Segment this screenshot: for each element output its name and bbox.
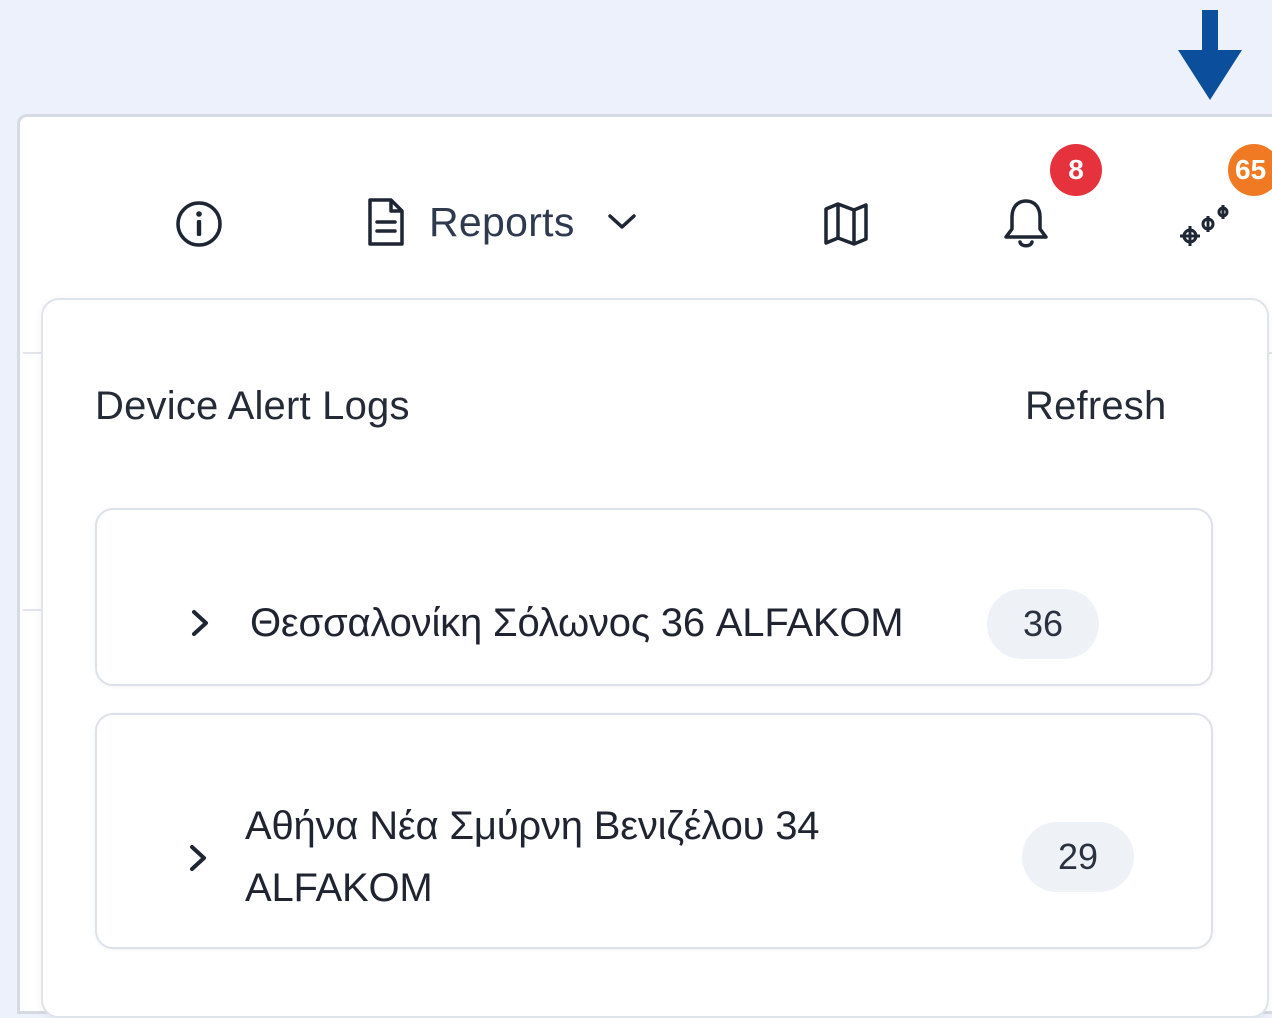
- alert-count-pill: 36: [987, 589, 1099, 659]
- map-button[interactable]: [815, 193, 877, 255]
- devices-button[interactable]: [1172, 190, 1236, 254]
- reports-menu[interactable]: Reports: [365, 190, 639, 254]
- devices-icon: [1180, 205, 1229, 246]
- chevron-right-icon: [192, 610, 208, 636]
- refresh-button[interactable]: Refresh: [1025, 384, 1166, 429]
- info-icon: [176, 201, 222, 247]
- chevron-right-icon: [190, 845, 206, 871]
- bell-icon: [1004, 199, 1048, 248]
- notifications-button[interactable]: [995, 192, 1057, 254]
- map-icon: [824, 202, 868, 246]
- reports-label: Reports: [429, 198, 575, 245]
- alert-count-pill: 29: [1022, 822, 1134, 892]
- devices-count-badge: 65: [1228, 144, 1272, 196]
- device-group-name: Αθήνα Νέα Σμύρνη Βενιζέλου 34 ALFAKOM: [245, 804, 820, 910]
- document-icon: [368, 198, 404, 246]
- chevron-down-icon: [607, 214, 636, 229]
- device-group-name: Θεσσαλονίκη Σόλωνος 36 ALFAKOM: [250, 601, 904, 645]
- info-button[interactable]: [170, 195, 228, 253]
- notifications-count-badge: 8: [1050, 144, 1102, 196]
- panel-title: Device Alert Logs: [95, 384, 410, 428]
- arrow-down-icon: [1178, 10, 1242, 100]
